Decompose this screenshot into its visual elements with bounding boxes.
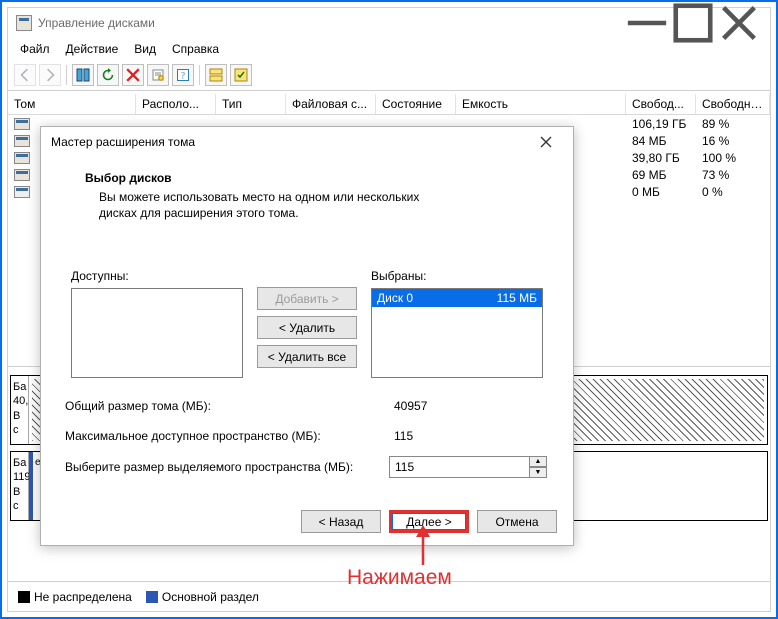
remove-button[interactable]: < Удалить [257,316,357,339]
tool-layout2-button[interactable] [230,64,252,86]
select-size-input[interactable] [389,456,529,478]
annotation-text: Нажимаем [347,566,452,590]
max-space-value: 115 [389,426,549,446]
layout-check-icon [234,68,248,82]
menu-action[interactable]: Действие [60,40,125,58]
col-raspol[interactable]: Располо... [136,94,216,114]
dialog-titlebar: Мастер расширения тома [41,127,573,157]
available-disks-list[interactable] [71,288,243,378]
volume-table-header: Том Располо... Тип Файловая с... Состоян… [8,93,770,115]
menu-help[interactable]: Справка [166,40,225,58]
arrow-left-icon [18,68,32,82]
legend-primary: Основной раздел [146,590,259,604]
menu-file[interactable]: Файл [14,40,56,58]
legend-swatch-primary [146,591,158,603]
volume-icon [14,186,30,198]
col-freepct[interactable]: Свободно % [696,94,770,114]
legend-unallocated: Не распределена [18,590,132,604]
col-tom[interactable]: Том [8,94,136,114]
dialog-title: Мастер расширения тома [51,135,195,149]
close-icon [540,136,552,148]
arrow-right-icon [43,68,57,82]
tool-back-button[interactable] [14,64,36,86]
cell-free-pct: 89 % [696,117,735,131]
max-space-label: Максимальное доступное пространство (МБ)… [65,429,389,443]
cell-free-pct: 73 % [696,168,735,182]
cell-free-pct: 100 % [696,151,742,165]
refresh-icon [101,68,115,82]
tool-delete-button[interactable] [122,64,144,86]
spinner-down-button[interactable]: ▼ [529,467,547,478]
remove-all-button[interactable]: < Удалить все [257,345,357,368]
back-button[interactable]: < Назад [301,510,381,533]
dialog-subheading: Вы можете использовать место на одном ил… [99,189,459,221]
toolbar: ? [8,62,770,91]
tool-forward-button[interactable] [39,64,61,86]
x-icon [126,68,140,82]
toolbar-separator [199,65,200,85]
col-tip[interactable]: Тип [216,94,286,114]
minimize-icon [624,0,670,46]
available-label: Доступны: [71,269,243,283]
window-close-button[interactable] [716,8,762,38]
disk-info: Ба 119 В с [11,452,29,520]
select-size-label: Выберите размер выделяемого пространства… [65,460,389,474]
svg-text:?: ? [181,71,185,81]
cell-free: 106,19 ГБ [626,117,696,131]
window-minimize-button[interactable] [624,8,670,38]
volume-icon [14,169,30,181]
total-size-label: Общий размер тома (МБ): [65,399,389,413]
list-item-size: 115 МБ [497,291,537,305]
tool-refresh-button[interactable] [97,64,119,86]
window-maximize-button[interactable] [670,8,716,38]
annotation-arrow-icon [411,525,435,569]
tool-layout1-button[interactable] [205,64,227,86]
tool-properties-button[interactable] [147,64,169,86]
properties-icon [151,68,165,82]
cell-free: 0 МБ [626,185,696,199]
volume-icon [14,152,30,164]
layout-icon [209,68,223,82]
selected-disks-list[interactable]: Диск 0 115 МБ [371,288,543,378]
cell-free-pct: 16 % [696,134,735,148]
app-icon [16,15,32,31]
list-item[interactable]: Диск 0 115 МБ [372,289,542,307]
panels-icon [76,68,90,82]
cell-free: 84 МБ [626,134,696,148]
toolbar-separator [66,65,67,85]
window-titlebar: Управление дисками [8,8,770,38]
dialog-heading: Выбор дисков [85,171,549,185]
total-size-value: 40957 [389,396,549,416]
selected-label: Выбраны: [371,269,543,283]
menu-view[interactable]: Вид [128,40,162,58]
col-fs[interactable]: Файловая с... [286,94,376,114]
extend-volume-wizard-dialog: Мастер расширения тома Выбор дисков Вы м… [40,126,574,546]
cell-free-pct: 0 % [696,185,729,199]
tool-help-button[interactable]: ? [172,64,194,86]
volume-icon [14,118,30,130]
maximize-icon [670,0,716,46]
disk-info: Ба 40, В с [11,376,29,444]
close-icon [716,0,762,46]
dialog-close-button[interactable] [529,129,563,155]
col-capacity[interactable]: Емкость [456,94,626,114]
list-item-disk: Диск 0 [377,291,497,305]
cancel-button[interactable]: Отмена [477,510,557,533]
cell-free: 69 МБ [626,168,696,182]
cell-free: 39,80 ГБ [626,151,696,165]
help-icon: ? [176,68,190,82]
col-free[interactable]: Свобод... [626,94,696,114]
window-title: Управление дисками [38,16,155,30]
add-button[interactable]: Добавить > [257,287,357,310]
volume-icon [14,135,30,147]
spinner-up-button[interactable]: ▲ [529,456,547,467]
legend-swatch-unallocated [18,591,30,603]
size-spinner: ▲ ▼ [529,456,547,478]
col-state[interactable]: Состояние [376,94,456,114]
tool-views-button[interactable] [72,64,94,86]
